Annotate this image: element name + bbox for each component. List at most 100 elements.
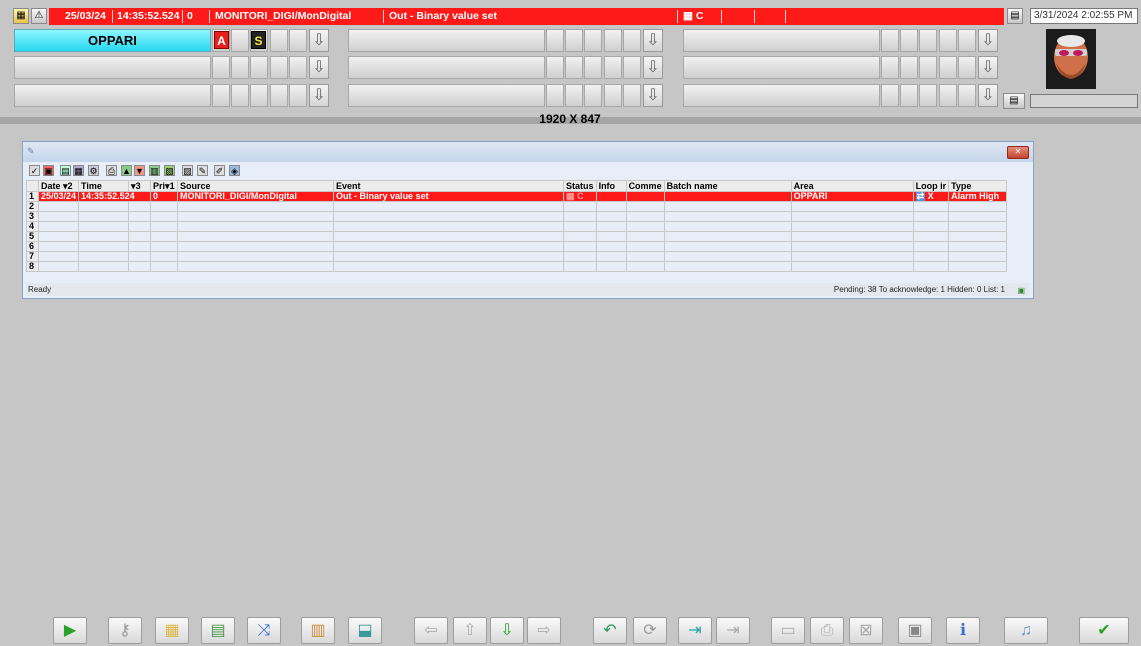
table-row[interactable]: 6 (26, 241, 1008, 252)
area-status-cell[interactable] (584, 56, 602, 79)
area-status-cell[interactable] (881, 56, 899, 79)
area-status-cell[interactable] (546, 84, 564, 107)
column-header-10[interactable]: Batch name (663, 180, 792, 192)
area-status-cell[interactable] (939, 56, 957, 79)
alarm-table[interactable]: Date ▾2 Time ▾3 Pri▾1 Source Event Status Info C… (26, 180, 1008, 272)
area-status-cell[interactable] (900, 29, 918, 52)
arrow-right-button[interactable]: ⇨ (527, 617, 561, 644)
upload-button[interactable]: ⬓ (348, 617, 382, 644)
calendar-icon[interactable]: ▤ (1007, 8, 1023, 24)
sound-button[interactable]: ♫ (1004, 617, 1048, 644)
area-status-cell[interactable] (565, 56, 583, 79)
area-status-cell[interactable] (270, 29, 288, 52)
area-button-r1-g2[interactable] (348, 29, 545, 52)
alarm-badge-s[interactable]: S (251, 31, 266, 49)
keyboard-icon[interactable]: ▤ (1003, 93, 1025, 109)
area-status-cell[interactable] (584, 29, 602, 52)
print-icon[interactable]: ⎙ (106, 165, 117, 176)
play-button[interactable]: ▶ (53, 617, 87, 644)
column-header-9[interactable]: Comme (625, 180, 665, 192)
edit-icon[interactable]: ✎ (197, 165, 208, 176)
area-status-cell[interactable] (565, 84, 583, 107)
table-row[interactable]: 7 (26, 251, 1008, 262)
area-status-cell[interactable] (919, 29, 937, 52)
column-header-1[interactable]: Date ▾2 (37, 180, 80, 192)
gear-icon[interactable]: ⚙ (88, 165, 99, 176)
area-down-arrow-icon[interactable]: ⇩ (643, 84, 663, 107)
area-down-arrow-icon[interactable]: ⇩ (978, 84, 998, 107)
area-down-arrow-icon[interactable]: ⇩ (978, 29, 998, 52)
column-header-8[interactable]: Info (595, 180, 627, 192)
area-status-cell[interactable] (900, 56, 918, 79)
area-button-r1-g3[interactable] (683, 29, 880, 52)
table-row[interactable]: 5 (26, 231, 1008, 242)
window-title-bar[interactable]: ✎ ✕ (23, 142, 1033, 162)
area-down-arrow-icon[interactable]: ⇩ (309, 29, 329, 52)
area-status-cell[interactable] (270, 56, 288, 79)
area-status-cell[interactable] (546, 56, 564, 79)
area-status-cell[interactable] (231, 29, 249, 52)
sort-up-icon[interactable]: ▲ (121, 165, 132, 176)
area-status-cell[interactable] (958, 56, 976, 79)
import-icon[interactable]: ▧ (164, 165, 175, 176)
table-row-alarm[interactable]: 1 25/03/24 14:35:52.524 0 MONITORI_DIGI/… (26, 191, 1008, 202)
screen-button[interactable]: ▣ (898, 617, 932, 644)
area-status-cell[interactable] (212, 56, 230, 79)
thermometer-button[interactable]: ▥ (301, 617, 335, 644)
pen-icon[interactable]: ✐ (214, 165, 225, 176)
area-status-cell[interactable] (584, 84, 602, 107)
area-button-r2-g1[interactable] (14, 56, 211, 79)
area-status-cell[interactable] (919, 84, 937, 107)
column-header-2[interactable]: Time (78, 180, 130, 192)
column-header-13[interactable]: Type (948, 180, 1008, 192)
disk-icon[interactable]: ▦ (73, 165, 84, 176)
area-status-cell[interactable] (565, 29, 583, 52)
arrow-up-button[interactable]: ⇧ (453, 617, 487, 644)
area-down-arrow-icon[interactable]: ⇩ (643, 56, 663, 79)
area-button-r3-g3[interactable] (683, 84, 880, 107)
area-status-cell[interactable] (623, 29, 641, 52)
area-down-arrow-icon[interactable]: ⇩ (978, 56, 998, 79)
area-button-r3-g1[interactable] (14, 84, 211, 107)
table-row[interactable]: 4 (26, 221, 1008, 232)
area-status-cell[interactable] (231, 84, 249, 107)
login-field[interactable] (1030, 94, 1138, 108)
area-status-cell[interactable] (289, 29, 307, 52)
table-row[interactable]: 3 (26, 211, 1008, 222)
area-status-cell[interactable] (231, 56, 249, 79)
info-icon[interactable]: ◈ (229, 165, 240, 176)
area-status-cell[interactable] (289, 84, 307, 107)
excel-icon[interactable]: ▣ (1017, 284, 1025, 297)
print-screen-button[interactable]: ⎙ (810, 617, 844, 644)
acknowledge-list-icon[interactable]: ▣ (43, 165, 54, 176)
area-status-cell[interactable] (881, 84, 899, 107)
area-button-r3-g2[interactable] (348, 84, 545, 107)
column-header-3[interactable]: ▾3 (128, 180, 152, 192)
table-row[interactable]: 8 (26, 261, 1008, 272)
area-status-cell[interactable] (939, 29, 957, 52)
info-button[interactable]: ℹ (946, 617, 980, 644)
area-status-cell[interactable] (958, 29, 976, 52)
area-down-arrow-icon[interactable]: ⇩ (643, 29, 663, 52)
area-status-cell[interactable] (604, 56, 622, 79)
area-status-cell[interactable] (900, 84, 918, 107)
area-status-cell[interactable] (919, 56, 937, 79)
arrow-down-button[interactable]: ⇩ (490, 617, 524, 644)
area-status-cell[interactable] (623, 56, 641, 79)
alarm-bell-icon[interactable]: ▦ (13, 8, 29, 24)
close-icon[interactable]: ✕ (1007, 146, 1029, 159)
column-header-6[interactable]: Event (333, 180, 565, 192)
arrow-left-button[interactable]: ⇦ (414, 617, 448, 644)
area-status-cell[interactable] (604, 84, 622, 107)
area-button-r2-g3[interactable] (683, 56, 880, 79)
column-header-7[interactable]: Status (563, 180, 597, 192)
column-header-0[interactable] (26, 180, 39, 192)
area-status-cell[interactable] (604, 29, 622, 52)
area-status-cell[interactable] (958, 84, 976, 107)
key-button[interactable]: ⚷ (108, 617, 142, 644)
export-button[interactable]: ⇥ (716, 617, 750, 644)
import-button[interactable]: ⇥ (678, 617, 712, 644)
refresh-button[interactable]: ⟳ (633, 617, 667, 644)
column-header-11[interactable]: Area (790, 180, 914, 192)
table-row[interactable]: 2 (26, 201, 1008, 212)
